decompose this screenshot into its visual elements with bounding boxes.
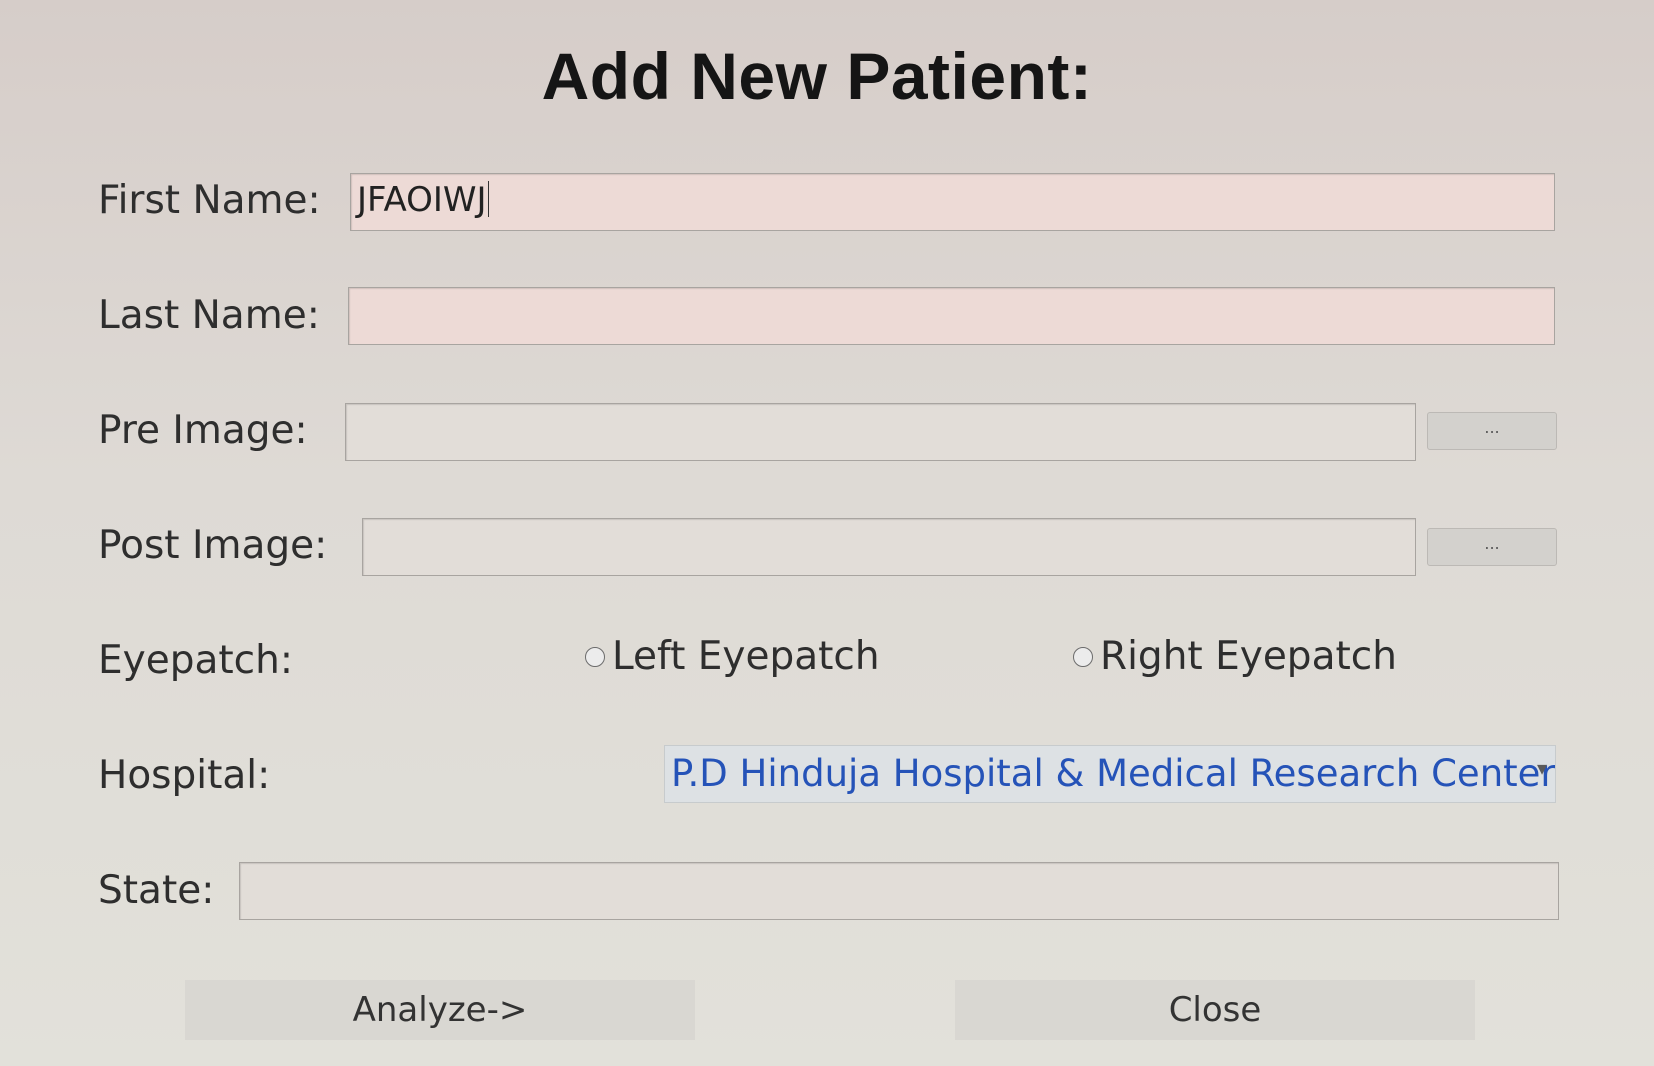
close-button[interactable]: Close [955, 980, 1475, 1040]
pre-image-label: Pre Image: [98, 408, 308, 453]
analyze-button[interactable]: Analyze-> [185, 980, 695, 1040]
post-image-input[interactable] [362, 518, 1416, 576]
chevron-down-icon: ▾ [1536, 756, 1547, 780]
first-name-input[interactable]: JFAOIWJ [350, 173, 1555, 231]
right-eyepatch-radio[interactable]: Right Eyepatch [1073, 634, 1397, 679]
post-image-label: Post Image: [98, 523, 328, 568]
radio-circle-icon [585, 646, 605, 667]
dialog-title: Add New Patient: [541, 39, 1093, 113]
hospital-select[interactable]: P.D Hinduja Hospital & Medical Research … [664, 745, 1556, 803]
add-patient-dialog: Add New Patient: First Name: JFAOIWJ Las… [0, 0, 1654, 1066]
left-eyepatch-radio[interactable]: Left Eyepatch [585, 634, 880, 679]
first-name-label: First Name: [98, 178, 321, 223]
post-image-browse-button[interactable]: ... [1427, 528, 1557, 566]
state-input[interactable] [239, 862, 1559, 920]
hospital-selected-value: P.D Hinduja Hospital & Medical Research … [671, 752, 1556, 795]
last-name-input[interactable] [348, 287, 1555, 345]
right-eyepatch-label: Right Eyepatch [1100, 634, 1397, 679]
text-caret [487, 181, 490, 217]
hospital-label: Hospital: [98, 753, 271, 798]
state-label: State: [98, 868, 215, 913]
radio-circle-icon [1073, 646, 1093, 667]
last-name-label: Last Name: [98, 293, 320, 338]
pre-image-input[interactable] [345, 403, 1416, 461]
first-name-value: JFAOIWJ [357, 180, 487, 220]
pre-image-browse-button[interactable]: ... [1427, 412, 1557, 450]
eyepatch-label: Eyepatch: [98, 638, 293, 683]
left-eyepatch-label: Left Eyepatch [612, 634, 880, 679]
